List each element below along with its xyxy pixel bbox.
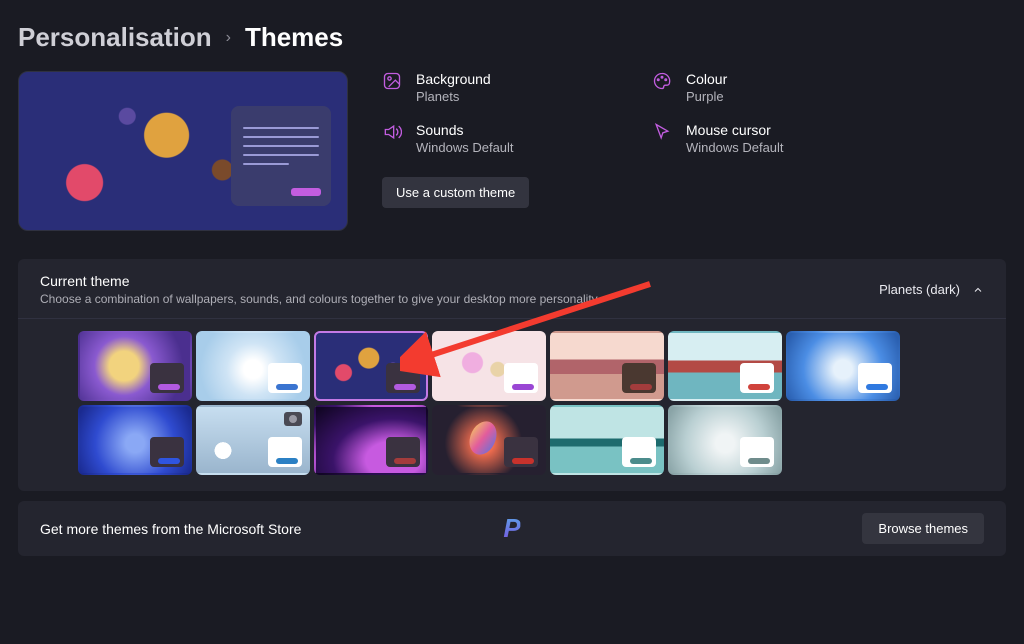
current-theme-header[interactable]: Current theme Choose a combination of wa… (18, 259, 1006, 318)
theme-thumb-4[interactable] (432, 331, 546, 401)
store-logo-icon: P (503, 513, 520, 544)
theme-thumb-11[interactable] (432, 405, 546, 475)
picture-icon (382, 71, 402, 91)
theme-thumb-13[interactable] (668, 405, 782, 475)
breadcrumb-parent[interactable]: Personalisation (18, 22, 212, 53)
breadcrumb-current: Themes (245, 22, 343, 53)
sounds-value: Windows Default (416, 140, 514, 155)
theme-accent-pill (748, 458, 770, 464)
colour-property[interactable]: Colour Purple (652, 71, 852, 104)
theme-grid (18, 318, 1006, 491)
cursor-value: Windows Default (686, 140, 784, 155)
theme-accent-pill (158, 458, 180, 464)
current-theme-subtitle: Choose a combination of wallpapers, soun… (40, 292, 598, 306)
current-theme-selected-label: Planets (dark) (879, 282, 960, 297)
theme-accent-pill (630, 458, 652, 464)
cursor-icon (652, 122, 672, 142)
theme-thumb-6[interactable] (668, 331, 782, 401)
current-theme-toggle[interactable]: Planets (dark) (879, 282, 984, 297)
use-custom-theme-button[interactable]: Use a custom theme (382, 177, 529, 208)
chevron-up-icon (972, 284, 984, 296)
cursor-property[interactable]: Mouse cursor Windows Default (652, 122, 852, 155)
palette-icon (652, 71, 672, 91)
theme-thumb-9[interactable] (196, 405, 310, 475)
theme-accent-pill (394, 458, 416, 464)
theme-thumb-3[interactable] (314, 331, 428, 401)
sounds-label: Sounds (416, 122, 514, 138)
cursor-label: Mouse cursor (686, 122, 784, 138)
store-row: Get more themes from the Microsoft Store… (18, 501, 1006, 556)
theme-thumb-5[interactable] (550, 331, 664, 401)
theme-thumb-12[interactable] (550, 405, 664, 475)
theme-accent-pill (630, 384, 652, 390)
background-value: Planets (416, 89, 491, 104)
theme-thumb-7[interactable] (786, 331, 900, 401)
colour-value: Purple (686, 89, 727, 104)
chevron-right-icon: › (226, 29, 231, 47)
breadcrumb: Personalisation › Themes (18, 22, 1006, 53)
current-theme-title: Current theme (40, 273, 598, 289)
theme-accent-pill (748, 384, 770, 390)
sounds-property[interactable]: Sounds Windows Default (382, 122, 582, 155)
background-label: Background (416, 71, 491, 87)
theme-thumb-8[interactable] (78, 405, 192, 475)
theme-thumb-10[interactable] (314, 405, 428, 475)
sound-icon (382, 122, 402, 142)
colour-label: Colour (686, 71, 727, 87)
browse-themes-button[interactable]: Browse themes (862, 513, 984, 544)
theme-accent-pill (158, 384, 180, 390)
store-text: Get more themes from the Microsoft Store (40, 521, 301, 537)
theme-preview (18, 71, 348, 231)
current-theme-panel: Current theme Choose a combination of wa… (18, 259, 1006, 491)
theme-accent-pill (866, 384, 888, 390)
theme-accent-pill (276, 384, 298, 390)
background-property[interactable]: Background Planets (382, 71, 582, 104)
theme-accent-pill (512, 384, 534, 390)
theme-accent-pill (394, 384, 416, 390)
theme-accent-pill (276, 458, 298, 464)
camera-icon (284, 412, 302, 426)
theme-thumb-1[interactable] (78, 331, 192, 401)
theme-thumb-2[interactable] (196, 331, 310, 401)
theme-accent-pill (512, 458, 534, 464)
